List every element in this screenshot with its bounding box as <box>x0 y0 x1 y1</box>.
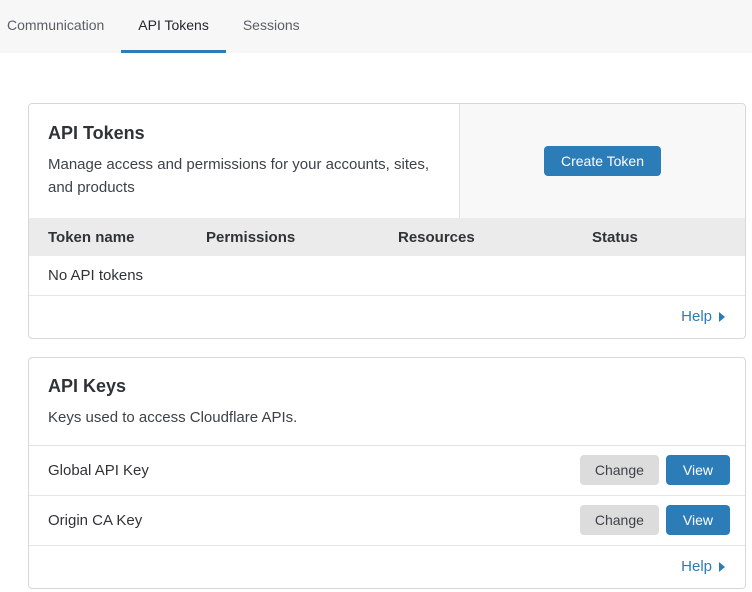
api-tokens-title: API Tokens <box>48 123 439 144</box>
api-tokens-help-link[interactable]: Help <box>681 308 725 325</box>
view-global-api-key-button[interactable]: View <box>666 455 730 485</box>
change-global-api-key-button[interactable]: Change <box>580 455 659 485</box>
api-keys-card-header: API Keys Keys used to access Cloudflare … <box>29 358 745 446</box>
api-tokens-header-text: API Tokens Manage access and permissions… <box>29 104 460 218</box>
tab-sessions[interactable]: Sessions <box>226 0 317 53</box>
api-keys-title: API Keys <box>48 376 725 397</box>
column-header-token-name: Token name <box>29 218 206 256</box>
api-tokens-header-action: Create Token <box>460 104 745 218</box>
api-tokens-card-header: API Tokens Manage access and permissions… <box>29 104 745 218</box>
change-origin-ca-key-button[interactable]: Change <box>580 505 659 535</box>
api-key-name: Global API Key <box>48 462 580 479</box>
api-key-actions: Change View <box>580 505 730 535</box>
tab-api-tokens[interactable]: API Tokens <box>121 0 226 53</box>
api-keys-card-footer: Help <box>29 546 745 588</box>
api-keys-card: API Keys Keys used to access Cloudflare … <box>28 357 746 589</box>
api-key-row-global: Global API Key Change View <box>29 446 745 496</box>
api-tokens-table-header-row: Token name Permissions Resources Status <box>29 218 745 256</box>
empty-tokens-message: No API tokens <box>29 256 745 295</box>
column-header-status: Status <box>592 218 745 256</box>
api-keys-help-link[interactable]: Help <box>681 558 725 575</box>
create-token-button[interactable]: Create Token <box>544 146 661 176</box>
api-tokens-card: API Tokens Manage access and permissions… <box>28 103 746 339</box>
api-key-actions: Change View <box>580 455 730 485</box>
api-key-name: Origin CA Key <box>48 512 580 529</box>
tab-communication[interactable]: Communication <box>0 0 121 53</box>
help-arrow-icon <box>719 312 725 322</box>
help-link-label: Help <box>681 558 712 575</box>
tab-bar: Communication API Tokens Sessions <box>0 0 752 53</box>
api-tokens-description: Manage access and permissions for your a… <box>48 153 439 200</box>
api-keys-description: Keys used to access Cloudflare APIs. <box>48 406 444 429</box>
column-header-permissions: Permissions <box>206 218 398 256</box>
column-header-resources: Resources <box>398 218 592 256</box>
help-link-label: Help <box>681 308 712 325</box>
help-arrow-icon <box>719 562 725 572</box>
api-tokens-table: Token name Permissions Resources Status … <box>29 218 745 296</box>
view-origin-ca-key-button[interactable]: View <box>666 505 730 535</box>
api-tokens-empty-row: No API tokens <box>29 256 745 295</box>
api-key-row-origin-ca: Origin CA Key Change View <box>29 496 745 546</box>
api-tokens-card-footer: Help <box>29 296 745 338</box>
